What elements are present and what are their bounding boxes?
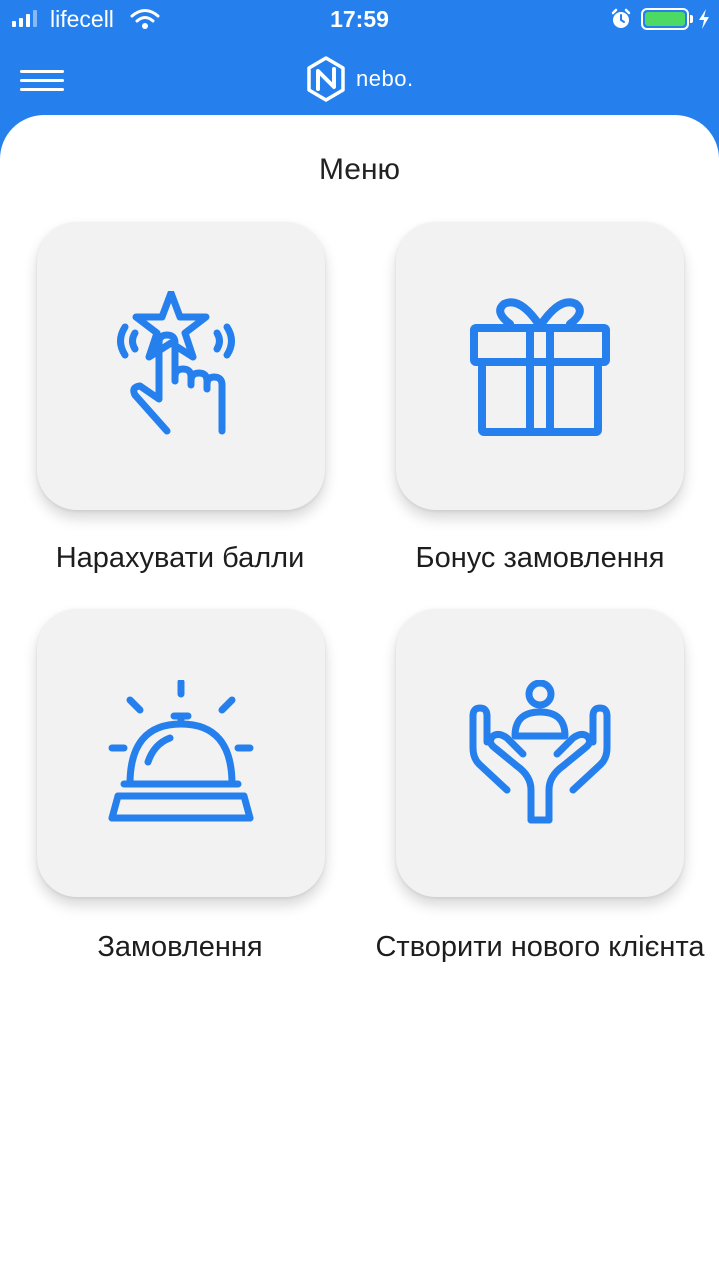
status-bar: lifecell 17:59 (0, 0, 719, 40)
alarm-icon (610, 8, 632, 35)
hands-person-icon (467, 680, 613, 826)
create-client-label[interactable]: Створити нового клієнта (370, 927, 710, 967)
battery-icon (641, 8, 689, 30)
award-points-tile[interactable] (37, 222, 325, 510)
orders-tile[interactable] (37, 609, 325, 897)
battery-level (645, 12, 685, 26)
logo-text: nebo. (356, 66, 414, 91)
gift-icon (470, 296, 610, 436)
hamburger-icon[interactable] (20, 70, 66, 94)
service-bell-icon (108, 680, 254, 826)
app-logo: nebo. (306, 56, 414, 102)
nebo-logo-icon (307, 56, 345, 102)
orders-label[interactable]: Замовлення (10, 927, 350, 967)
star-tap-icon (111, 291, 251, 441)
bonus-order-tile[interactable] (396, 222, 684, 510)
main-content: Меню Нарахувати балли Бонус замовлення З… (0, 115, 719, 1280)
bonus-order-label[interactable]: Бонус замовлення (370, 538, 710, 578)
header: nebo. (0, 40, 719, 120)
charging-icon (697, 8, 711, 35)
battery-cap (690, 15, 693, 23)
award-points-label[interactable]: Нарахувати балли (10, 538, 350, 578)
create-client-tile[interactable] (396, 609, 684, 897)
page-title: Меню (318, 153, 401, 186)
